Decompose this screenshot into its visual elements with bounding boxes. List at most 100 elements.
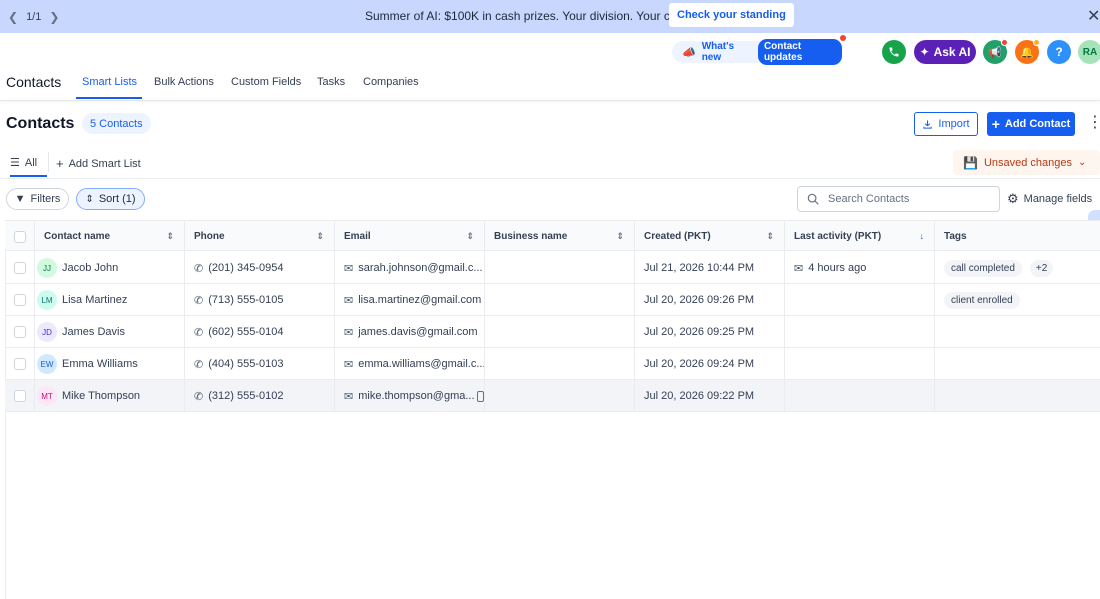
promo-banner: ❮ 1/1 ❯ Summer of AI: $100K in cash priz… — [0, 0, 1100, 33]
phone-number[interactable]: (602) 555-0104 — [208, 326, 283, 338]
close-icon[interactable]: ✕ — [1087, 6, 1100, 26]
import-button[interactable]: Import — [914, 112, 978, 136]
email-cell[interactable]: ✉ sarah.johnson@gmail.c... — [335, 252, 485, 284]
contact-name-cell[interactable]: EW Emma Williams — [35, 348, 185, 380]
column-label: Contact name — [44, 231, 111, 242]
column-header-email[interactable]: Email ⇕ — [335, 221, 485, 252]
column-header-created[interactable]: Created (PKT) ⇕ — [635, 221, 785, 252]
phone-number[interactable]: (201) 345-0954 — [208, 262, 283, 274]
phone-button[interactable] — [882, 40, 906, 64]
user-avatar[interactable]: RA — [1078, 40, 1100, 64]
email-cell[interactable]: ✉ lisa.martinez@gmail.com — [335, 284, 485, 316]
chevron-right-icon[interactable]: ❯ — [49, 10, 59, 24]
created-cell: Jul 20, 2026 09:24 PM — [635, 348, 785, 380]
column-header-contact-name[interactable]: Contact name ⇕ — [35, 221, 185, 252]
phone-cell[interactable]: ✆ (312) 555-0102 — [185, 380, 335, 412]
sort-button[interactable]: ⇕ Sort (1) — [76, 188, 145, 210]
sort-toggle-icon[interactable]: ⇕ — [616, 231, 624, 242]
pager-text: 1/1 — [26, 10, 42, 23]
sort-toggle-icon[interactable]: ⇕ — [466, 231, 474, 242]
email-address[interactable]: james.davis@gmail.com — [358, 326, 477, 338]
phone-number[interactable]: (312) 555-0102 — [208, 390, 283, 402]
contact-name[interactable]: Jacob John — [62, 262, 118, 274]
phone-number[interactable]: (404) 555-0103 — [208, 358, 283, 370]
contact-name[interactable]: Lisa Martinez — [62, 294, 127, 306]
table-row[interactable]: MT Mike Thompson ✆ (312) 555-0102 ✉ mike.th… — [5, 380, 1100, 412]
business-cell — [485, 252, 635, 284]
email-address[interactable]: lisa.martinez@gmail.com — [358, 294, 481, 306]
add-contact-button[interactable]: + Add Contact — [987, 112, 1075, 136]
smart-list-all[interactable]: ☰ All — [10, 156, 38, 170]
contact-updates-pill[interactable]: Contact updates — [757, 35, 846, 65]
chevron-left-icon[interactable]: ❮ — [8, 10, 18, 24]
tab-smart-lists[interactable]: Smart Lists — [82, 76, 137, 88]
tab-companies[interactable]: Companies — [363, 76, 419, 88]
sort-desc-icon[interactable]: ↓ — [920, 231, 925, 241]
column-header-last-activity[interactable]: Last activity (PKT) ↓ — [785, 221, 935, 252]
column-label: Last activity (PKT) — [794, 231, 882, 242]
add-smart-list-button[interactable]: + Add Smart List — [56, 156, 141, 171]
table-row[interactable]: LM Lisa Martinez ✆ (713) 555-0105 ✉ lisa.ma… — [5, 284, 1100, 316]
more-tags-badge[interactable]: +2 — [1029, 259, 1054, 277]
help-button[interactable]: ? — [1047, 40, 1071, 64]
phone-number[interactable]: (713) 555-0105 — [208, 294, 283, 306]
table-row[interactable]: JD James Davis ✆ (602) 555-0104 ✉ james.dav… — [5, 316, 1100, 348]
tab-bulk-actions[interactable]: Bulk Actions — [154, 76, 214, 88]
avatar: EW — [37, 354, 57, 374]
contact-name[interactable]: James Davis — [62, 326, 125, 338]
more-options-icon[interactable]: ⋮ — [1087, 113, 1100, 133]
megaphone-icon: 📢 — [988, 46, 1002, 59]
activity-cell — [785, 284, 935, 316]
table-row[interactable]: EW Emma Williams ✆ (404) 555-0103 ✉ emma.wi… — [5, 348, 1100, 380]
smart-list-all-label: All — [24, 156, 38, 169]
phone-cell[interactable]: ✆ (713) 555-0105 — [185, 284, 335, 316]
phone-cell[interactable]: ✆ (602) 555-0104 — [185, 316, 335, 348]
tab-custom-fields[interactable]: Custom Fields — [231, 76, 301, 88]
contact-name-cell[interactable]: JD James Davis — [35, 316, 185, 348]
phone-cell[interactable]: ✆ (201) 345-0954 — [185, 252, 335, 284]
contact-name[interactable]: Emma Williams — [62, 358, 138, 370]
filters-button[interactable]: ▼ Filters — [6, 188, 69, 210]
contact-name-cell[interactable]: MT Mike Thompson — [35, 380, 185, 412]
whats-new-widget[interactable]: 📣 What's new Contact updates — [672, 35, 846, 65]
select-all-checkbox[interactable] — [14, 230, 26, 243]
contact-name-cell[interactable]: LM Lisa Martinez — [35, 284, 185, 316]
manage-fields-button[interactable]: ⚙ Manage fields — [1007, 191, 1092, 207]
row-checkbox[interactable] — [14, 262, 26, 274]
search-input[interactable] — [828, 193, 988, 205]
contact-name[interactable]: Mike Thompson — [62, 390, 140, 402]
row-checkbox[interactable] — [14, 358, 26, 370]
email-cell[interactable]: ✉ emma.williams@gmail.c... — [335, 348, 485, 380]
table-row[interactable]: JJ Jacob John ✆ (201) 345-0954 ✉ sarah.john… — [5, 252, 1100, 284]
sort-toggle-icon[interactable]: ⇕ — [166, 231, 174, 242]
check-standing-button[interactable]: Check your standing — [669, 3, 794, 27]
phone-cell[interactable]: ✆ (404) 555-0103 — [185, 348, 335, 380]
search-box[interactable] — [797, 186, 1000, 212]
mail-icon: ✉ — [344, 294, 354, 307]
phone-icon: ✆ — [194, 262, 204, 275]
activity-cell — [785, 380, 935, 412]
notifications-button[interactable]: 🔔 — [1015, 39, 1040, 64]
tab-tasks[interactable]: Tasks — [317, 76, 345, 88]
row-checkbox[interactable] — [14, 390, 26, 402]
email-address[interactable]: mike.thompson@gma... — [358, 390, 474, 402]
copy-icon[interactable] — [476, 390, 484, 402]
column-header-tags[interactable]: Tags — [935, 221, 1100, 252]
sort-toggle-icon[interactable]: ⇕ — [316, 231, 324, 242]
column-header-business-name[interactable]: Business name ⇕ — [485, 221, 635, 252]
unsaved-changes-dropdown[interactable]: 💾 Unsaved changes ⌄ — [953, 150, 1100, 175]
contact-count-badge: 5 Contacts — [82, 113, 151, 134]
tag-badge[interactable]: client enrolled — [944, 291, 1020, 309]
email-cell[interactable]: ✉ james.davis@gmail.com — [335, 316, 485, 348]
email-address[interactable]: sarah.johnson@gmail.c... — [358, 262, 482, 274]
column-header-phone[interactable]: Phone ⇕ — [185, 221, 335, 252]
row-checkbox[interactable] — [14, 326, 26, 338]
email-cell[interactable]: ✉ mike.thompson@gma... — [335, 380, 485, 412]
email-address[interactable]: emma.williams@gmail.c... — [358, 358, 484, 370]
sort-toggle-icon[interactable]: ⇕ — [766, 231, 774, 242]
row-checkbox[interactable] — [14, 294, 26, 306]
tag-badge[interactable]: call completed — [944, 259, 1022, 277]
announcements-button[interactable]: 📢 — [983, 39, 1008, 64]
ask-ai-button[interactable]: ✦ Ask AI — [914, 40, 976, 64]
contact-name-cell[interactable]: JJ Jacob John — [35, 252, 185, 284]
